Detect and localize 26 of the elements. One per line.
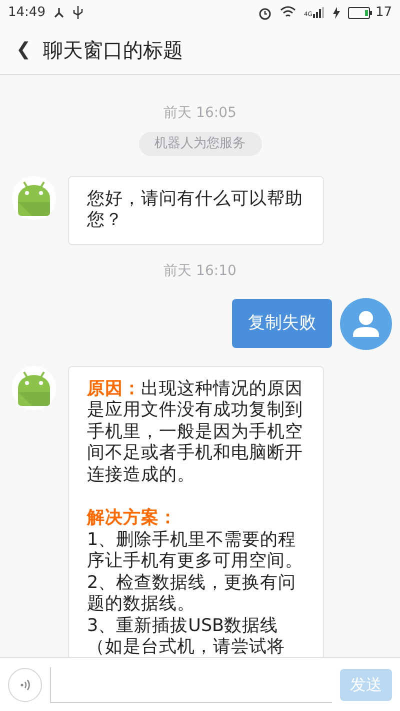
solution-step: 2、检查数据线，更换有问题的数据线。 [87, 572, 305, 616]
android-avatar-icon [12, 366, 56, 410]
voice-button[interactable] [8, 668, 42, 702]
signal-icon [313, 7, 326, 18]
solution-step: 1、删除手机里不需要的程序让手机有更多可用空间。 [87, 530, 305, 572]
message-text: 您好，请问有什么可以帮助您？ [87, 188, 304, 232]
share-icon [53, 6, 66, 18]
alarm-icon [258, 6, 272, 20]
back-button[interactable]: ❮ [16, 36, 32, 63]
message-text: 原因：出现这种情况的原因是应用文件没有成功复制到手机里，一般是因为手机空间不足或者手机和电脑断开连接造成的。 [87, 378, 304, 486]
message-time: 前天 16:10 [164, 262, 236, 280]
status-time: 14:49 [8, 4, 46, 22]
system-notice: 机器人为您服务 [138, 132, 262, 156]
wifi-icon [280, 6, 296, 19]
usb-icon [73, 6, 84, 19]
charging-icon [333, 6, 340, 18]
android-avatar-icon [12, 176, 56, 220]
battery-level: 17 [375, 4, 392, 22]
solution-step: 3、重新插拔USB数据线（如是台式机，请尝试将 [87, 616, 305, 657]
user-avatar-icon [340, 298, 392, 350]
battery-icon [348, 6, 372, 18]
user-message-bubble: 复制失败 [232, 298, 332, 348]
window-title: 聊天窗口的标题 [43, 36, 184, 64]
solution-heading: 解决方案： [87, 508, 178, 530]
message-time: 前天 16:05 [164, 104, 236, 123]
voice-icon [19, 678, 31, 690]
